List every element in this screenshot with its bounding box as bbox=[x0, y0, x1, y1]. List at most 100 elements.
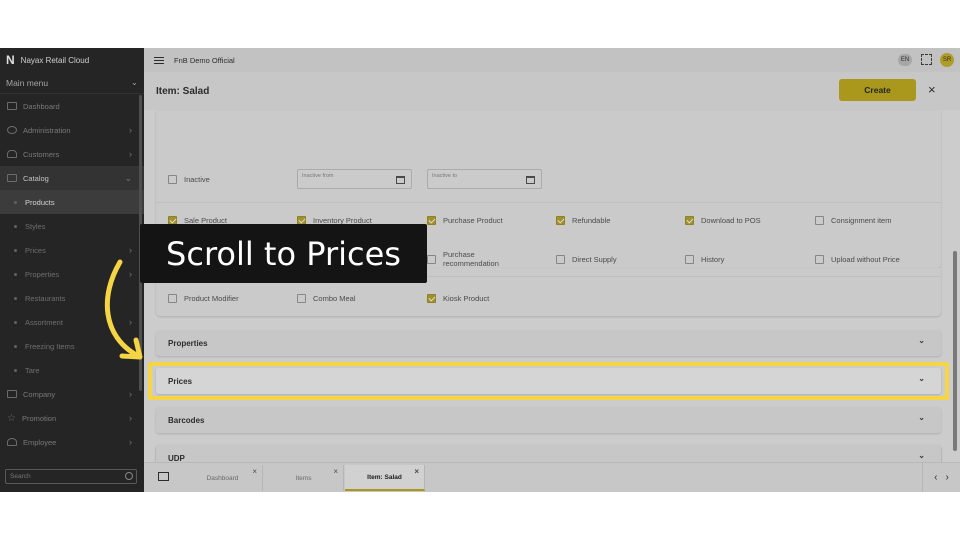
chevron-right-icon[interactable]: › bbox=[946, 472, 949, 483]
dashboard-icon bbox=[7, 102, 17, 110]
checkbox-refundable[interactable]: Refundable bbox=[556, 216, 610, 225]
inactive-to-input[interactable]: Inactive to bbox=[427, 169, 542, 189]
chevron-down-icon: ⌄ bbox=[918, 336, 925, 345]
tutorial-arrow-icon bbox=[104, 259, 143, 360]
sidebar-subitem-label: Products bbox=[25, 197, 55, 207]
sidebar-subitem-label: Styles bbox=[25, 221, 46, 231]
brand-logo: N bbox=[6, 53, 15, 67]
hamburger-menu-icon[interactable] bbox=[154, 56, 164, 64]
checkbox-box bbox=[297, 294, 306, 303]
brand-name: Nayax Retail Cloud bbox=[20, 55, 90, 65]
tab-label: Dashboard bbox=[206, 474, 239, 482]
checkbox-combo-meal[interactable]: Combo Meal bbox=[297, 294, 356, 303]
bullet-icon bbox=[14, 368, 17, 372]
main-menu-toggle[interactable]: Main menu ⌄ bbox=[0, 72, 144, 94]
sidebar-item-promotion[interactable]: ☆ Promotion › bbox=[0, 406, 144, 430]
checkbox-purchase-recommendation[interactable]: Purchase recommendation bbox=[427, 250, 547, 269]
close-icon[interactable]: × bbox=[928, 82, 936, 97]
section-barcodes[interactable]: Barcodes ⌄ bbox=[156, 407, 941, 433]
sidebar-item-administration[interactable]: Administration › bbox=[0, 118, 144, 142]
sidebar-subitem-label: Properties bbox=[25, 269, 60, 279]
tutorial-highlight-prices bbox=[148, 362, 949, 400]
sidebar-subitem-styles[interactable]: Styles bbox=[0, 214, 144, 238]
sidebar-item-label: Employee bbox=[23, 437, 57, 447]
checkbox-label: History bbox=[701, 255, 725, 264]
fullscreen-icon[interactable] bbox=[921, 54, 932, 65]
checkbox-label: Refundable bbox=[572, 216, 611, 225]
chevron-down-icon: ⌄ bbox=[130, 77, 138, 87]
checkbox-direct-supply[interactable]: Direct Supply bbox=[556, 255, 617, 264]
main-menu-label: Main menu bbox=[6, 77, 49, 88]
sidebar-item-company[interactable]: Company › bbox=[0, 382, 144, 406]
sidebar-subitem-label: Tare bbox=[25, 365, 40, 375]
sidebar-item-catalog[interactable]: Catalog ⌄ bbox=[0, 166, 144, 190]
building-icon bbox=[7, 390, 17, 398]
checkbox-label: Purchase Product bbox=[443, 216, 503, 225]
tab-items[interactable]: Items × bbox=[264, 465, 344, 491]
input-placeholder: Inactive to bbox=[432, 173, 458, 179]
checkbox-box bbox=[427, 294, 436, 303]
calendar-icon bbox=[526, 176, 535, 184]
sidebar-item-employee[interactable]: Employee › bbox=[0, 430, 144, 454]
checkbox-upload-without-price[interactable]: Upload without Price bbox=[815, 255, 900, 264]
checkbox-box bbox=[556, 216, 565, 225]
tab-dashboard[interactable]: Dashboard × bbox=[183, 465, 263, 491]
chevron-down-icon: ⌄ bbox=[918, 451, 925, 460]
chevron-down-icon: ⌄ bbox=[918, 413, 925, 422]
checkbox-label: Combo Meal bbox=[313, 294, 356, 303]
checkbox-box bbox=[427, 254, 436, 264]
item-form: Inactive Inactive from Inactive to Sale … bbox=[144, 110, 960, 462]
bullet-icon bbox=[14, 200, 17, 204]
checkbox-box bbox=[685, 255, 694, 264]
checkbox-label: Kiosk Product bbox=[443, 294, 490, 303]
main-scrollbar[interactable] bbox=[953, 251, 957, 451]
checkbox-consignment-item[interactable]: Consignment item bbox=[815, 216, 891, 225]
chevron-right-icon: › bbox=[129, 413, 132, 423]
tabs-icon[interactable] bbox=[158, 472, 169, 481]
sidebar-item-dashboard[interactable]: Dashboard bbox=[0, 94, 144, 118]
checkbox-history[interactable]: History bbox=[685, 255, 724, 264]
brand: N Nayax Retail Cloud bbox=[0, 48, 144, 72]
section-title: Barcodes bbox=[168, 415, 205, 425]
checkbox-box bbox=[427, 216, 436, 225]
chevron-down-icon: ⌄ bbox=[124, 172, 132, 183]
close-icon[interactable]: × bbox=[252, 467, 257, 476]
close-icon[interactable]: × bbox=[333, 467, 338, 476]
checkbox-label: Product Modifier bbox=[184, 294, 239, 303]
checkbox-kiosk-product[interactable]: Kiosk Product bbox=[427, 294, 489, 303]
chevron-right-icon: › bbox=[129, 125, 132, 135]
tab-label: Items bbox=[295, 474, 312, 482]
close-icon[interactable]: × bbox=[414, 467, 419, 476]
chevron-right-icon: › bbox=[129, 245, 132, 255]
create-button[interactable]: Create bbox=[839, 79, 916, 101]
language-button[interactable]: EN bbox=[898, 54, 912, 66]
search-icon bbox=[125, 472, 133, 480]
bullet-icon bbox=[14, 224, 17, 228]
person-icon bbox=[7, 438, 17, 446]
checkbox-label: Consignment item bbox=[831, 216, 892, 225]
chevron-right-icon: › bbox=[129, 389, 132, 399]
tab-navigation: ‹ › bbox=[922, 463, 960, 492]
star-icon: ☆ bbox=[7, 412, 16, 424]
sidebar-subitem-label: Prices bbox=[25, 245, 46, 255]
inactive-from-input[interactable]: Inactive from bbox=[297, 169, 412, 189]
sidebar-subitem-label: Freezing Items bbox=[25, 341, 75, 351]
sidebar-subitem-products[interactable]: Products bbox=[0, 190, 144, 214]
checkbox-inactive[interactable]: Inactive bbox=[168, 175, 210, 184]
input-placeholder: Inactive from bbox=[302, 173, 334, 179]
gear-icon bbox=[7, 126, 17, 134]
topbar: FnB Demo Official EN SR bbox=[144, 48, 960, 72]
sidebar-search-input[interactable]: Search bbox=[5, 469, 137, 484]
avatar[interactable]: SR bbox=[940, 53, 954, 67]
sidebar-item-label: Catalog bbox=[23, 173, 49, 183]
section-properties[interactable]: Properties ⌄ bbox=[156, 330, 941, 356]
tab-item-salad[interactable]: Item: Salad × bbox=[345, 465, 425, 491]
chevron-right-icon: › bbox=[129, 437, 132, 447]
checkbox-download-to-pos[interactable]: Download to POS bbox=[685, 216, 761, 225]
calendar-icon bbox=[396, 176, 405, 184]
checkbox-purchase-product[interactable]: Purchase Product bbox=[427, 216, 503, 225]
checkbox-product-modifier[interactable]: Product Modifier bbox=[168, 294, 239, 303]
search-placeholder: Search bbox=[10, 473, 31, 480]
chevron-left-icon[interactable]: ‹ bbox=[934, 472, 937, 483]
sidebar-item-customers[interactable]: Customers › bbox=[0, 142, 144, 166]
